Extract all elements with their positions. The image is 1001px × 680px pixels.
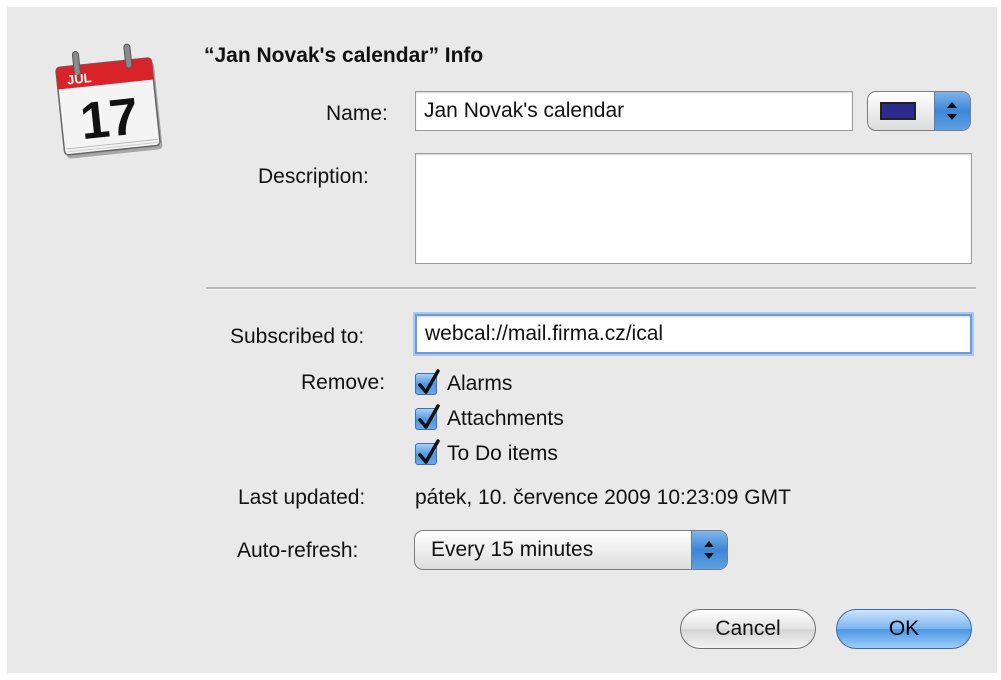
auto-refresh-value: Every 15 minutes	[431, 538, 594, 561]
color-popup-button[interactable]	[867, 91, 971, 131]
alarms-checkbox[interactable]	[415, 369, 440, 395]
section-divider	[206, 287, 976, 290]
description-field[interactable]	[415, 153, 972, 264]
alarms-label: Alarms	[447, 372, 513, 395]
remove-attachments-option[interactable]: Attachments	[415, 404, 564, 433]
calendar-icon-month: JUL	[66, 70, 92, 87]
calendar-icon: JUL 17	[48, 36, 176, 164]
cancel-button[interactable]: Cancel	[680, 609, 816, 649]
color-swatch	[880, 102, 916, 120]
ok-button[interactable]: OK	[836, 609, 972, 649]
popup-arrows-icon	[691, 531, 727, 569]
remove-label: Remove:	[301, 371, 386, 394]
subscribed-url-field[interactable]: webcal://mail.firma.cz/ical	[415, 314, 972, 354]
auto-refresh-label: Auto-refresh:	[237, 539, 359, 562]
calendar-icon-day: 17	[78, 87, 142, 151]
attachments-checkbox[interactable]	[415, 404, 440, 430]
todo-items-checkbox[interactable]	[415, 439, 440, 465]
remove-alarms-option[interactable]: Alarms	[415, 369, 513, 398]
remove-todo-option[interactable]: To Do items	[415, 439, 558, 468]
attachments-label: Attachments	[447, 407, 564, 430]
popup-arrows-icon	[934, 92, 970, 130]
name-field[interactable]: Jan Novak's calendar	[415, 91, 853, 131]
last-updated-value: pátek, 10. července 2009 10:23:09 GMT	[415, 486, 791, 509]
name-label: Name:	[326, 102, 388, 125]
description-label: Description:	[258, 165, 369, 188]
todo-items-label: To Do items	[447, 442, 558, 465]
subscribed-label: Subscribed to:	[230, 325, 365, 348]
dialog-title: “Jan Novak's calendar” Info	[204, 44, 484, 67]
auto-refresh-popup[interactable]: Every 15 minutes	[414, 530, 728, 570]
last-updated-label: Last updated:	[238, 486, 366, 509]
